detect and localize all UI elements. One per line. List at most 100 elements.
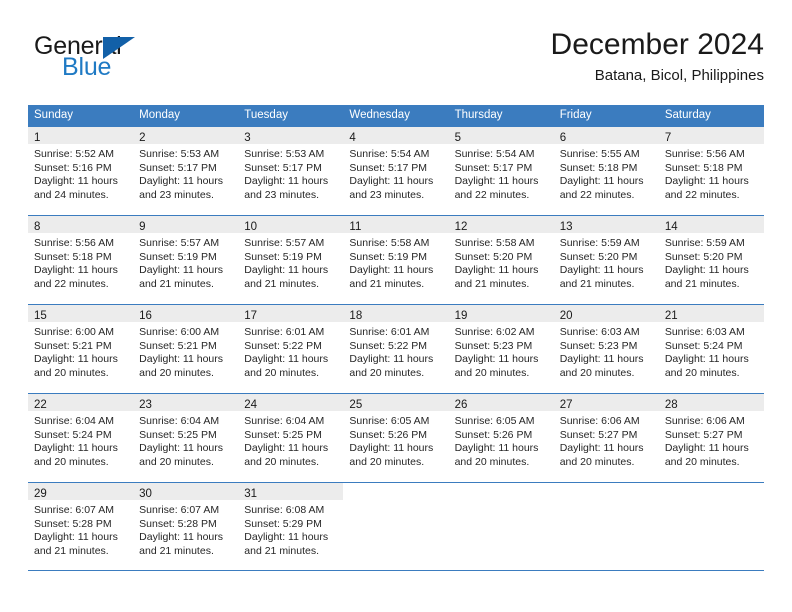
day-cell[interactable]: 23 Sunrise: 6:04 AM Sunset: 5:25 PM Dayl… — [133, 394, 239, 482]
day-cell[interactable]: 5 Sunrise: 5:54 AM Sunset: 5:17 PM Dayli… — [448, 127, 554, 215]
daylight-text-line1: Daylight: 11 hours — [349, 175, 434, 188]
sunrise-text: Sunrise: 5:58 AM — [349, 237, 430, 249]
daylight-text-line2: and 23 minutes. — [349, 188, 425, 201]
day-info: Sunrise: 6:06 AM Sunset: 5:27 PM Dayligh… — [554, 411, 659, 469]
day-number: 13 — [559, 221, 573, 233]
day-info: Sunrise: 6:02 AM Sunset: 5:23 PM Dayligh… — [449, 322, 554, 380]
day-cell[interactable]: 19 Sunrise: 6:02 AM Sunset: 5:23 PM Dayl… — [448, 305, 554, 393]
day-cell[interactable]: 3 Sunrise: 5:53 AM Sunset: 5:17 PM Dayli… — [238, 127, 344, 215]
sunset-text: Sunset: 5:20 PM — [664, 250, 743, 263]
week-row: 15 Sunrise: 6:00 AM Sunset: 5:21 PM Dayl… — [28, 304, 764, 393]
daylight-text-line1: Daylight: 11 hours — [34, 264, 118, 277]
day-cell[interactable]: 25 Sunrise: 6:05 AM Sunset: 5:26 PM Dayl… — [343, 394, 449, 482]
daylight-text-line1: Daylight: 11 hours — [664, 353, 749, 366]
sunrise-text: Sunrise: 5:56 AM — [664, 148, 745, 160]
day-info: Sunrise: 6:01 AM Sunset: 5:22 PM Dayligh… — [343, 322, 448, 380]
daylight-text-line1: Daylight: 11 hours — [664, 175, 749, 188]
daylight-text-line1: Daylight: 11 hours — [244, 353, 329, 366]
day-cell[interactable]: 27 Sunrise: 6:06 AM Sunset: 5:27 PM Dayl… — [553, 394, 659, 482]
day-cell[interactable]: 31 Sunrise: 6:08 AM Sunset: 5:29 PM Dayl… — [238, 483, 344, 570]
sunset-text: Sunset: 5:24 PM — [34, 428, 112, 441]
sunset-text: Sunset: 5:26 PM — [454, 428, 533, 441]
day-cell[interactable]: 16 Sunrise: 6:00 AM Sunset: 5:21 PM Dayl… — [133, 305, 239, 393]
daylight-text-line1: Daylight: 11 hours — [559, 264, 644, 277]
day-cell[interactable]: 4 Sunrise: 5:54 AM Sunset: 5:17 PM Dayli… — [343, 127, 449, 215]
day-cell[interactable]: 1 Sunrise: 5:52 AM Sunset: 5:16 PM Dayli… — [28, 127, 134, 215]
daylight-text-line2: and 20 minutes. — [664, 455, 740, 468]
day-number: 24 — [244, 399, 258, 411]
weekday-header-saturday: Saturday — [664, 109, 711, 121]
day-number: 14 — [664, 221, 678, 233]
day-cell[interactable]: 11 Sunrise: 5:58 AM Sunset: 5:19 PM Dayl… — [343, 216, 449, 304]
day-cell[interactable]: 6 Sunrise: 5:55 AM Sunset: 5:18 PM Dayli… — [553, 127, 659, 215]
day-number-band: 31 — [238, 483, 344, 500]
day-number-band: 28 — [658, 394, 764, 411]
generalblue-logo[interactable]: General Blue — [28, 28, 228, 90]
day-number-band: 24 — [238, 394, 344, 411]
day-cell[interactable]: 30 Sunrise: 6:07 AM Sunset: 5:28 PM Dayl… — [133, 483, 239, 570]
sunset-text: Sunset: 5:21 PM — [34, 339, 112, 352]
sunrise-text: Sunrise: 6:00 AM — [34, 326, 114, 338]
day-number-band: 15 — [28, 305, 134, 322]
day-cell[interactable]: 10 Sunrise: 5:57 AM Sunset: 5:19 PM Dayl… — [238, 216, 344, 304]
day-number-band: 19 — [448, 305, 554, 322]
day-number-band: 1 — [28, 127, 134, 144]
daylight-text-line2: and 20 minutes. — [664, 366, 740, 379]
daylight-text-line2: and 21 minutes. — [349, 277, 425, 290]
day-cell[interactable]: 14 Sunrise: 5:59 AM Sunset: 5:20 PM Dayl… — [658, 216, 764, 304]
day-cell[interactable]: 26 Sunrise: 6:05 AM Sunset: 5:26 PM Dayl… — [448, 394, 554, 482]
day-info: Sunrise: 5:54 AM Sunset: 5:17 PM Dayligh… — [343, 144, 448, 202]
day-cell[interactable]: 22 Sunrise: 6:04 AM Sunset: 5:24 PM Dayl… — [28, 394, 134, 482]
daylight-text-line1: Daylight: 11 hours — [559, 442, 644, 455]
day-number-band: 2 — [133, 127, 239, 144]
day-info: Sunrise: 5:58 AM Sunset: 5:20 PM Dayligh… — [449, 233, 554, 291]
day-number: 10 — [244, 221, 258, 233]
day-number: 1 — [34, 132, 41, 144]
day-cell-empty — [343, 483, 448, 570]
day-cell[interactable]: 7 Sunrise: 5:56 AM Sunset: 5:18 PM Dayli… — [658, 127, 764, 215]
sunset-text: Sunset: 5:19 PM — [139, 250, 217, 263]
day-cell[interactable]: 2 Sunrise: 5:53 AM Sunset: 5:17 PM Dayli… — [133, 127, 239, 215]
day-cell[interactable]: 18 Sunrise: 6:01 AM Sunset: 5:22 PM Dayl… — [343, 305, 449, 393]
day-info: Sunrise: 6:00 AM Sunset: 5:21 PM Dayligh… — [28, 322, 133, 380]
day-info: Sunrise: 6:08 AM Sunset: 5:29 PM Dayligh… — [238, 500, 343, 558]
sunrise-text: Sunrise: 6:01 AM — [244, 326, 325, 338]
day-info: Sunrise: 5:57 AM Sunset: 5:19 PM Dayligh… — [133, 233, 238, 291]
day-number: 19 — [454, 310, 468, 322]
day-number: 21 — [664, 310, 678, 322]
day-number: 22 — [34, 399, 47, 411]
day-cell[interactable]: 13 Sunrise: 5:59 AM Sunset: 5:20 PM Dayl… — [553, 216, 659, 304]
day-number-band: 8 — [28, 216, 134, 233]
day-cell[interactable]: 12 Sunrise: 5:58 AM Sunset: 5:20 PM Dayl… — [448, 216, 554, 304]
sunrise-text: Sunrise: 6:07 AM — [139, 504, 220, 516]
day-info: Sunrise: 6:04 AM Sunset: 5:25 PM Dayligh… — [133, 411, 238, 469]
weekday-header-wednesday: Wednesday — [349, 109, 410, 121]
day-number-band: 10 — [238, 216, 344, 233]
day-cell[interactable]: 9 Sunrise: 5:57 AM Sunset: 5:19 PM Dayli… — [133, 216, 239, 304]
sunset-text: Sunset: 5:20 PM — [454, 250, 533, 263]
day-number-band: 21 — [658, 305, 764, 322]
day-cell[interactable]: 15 Sunrise: 6:00 AM Sunset: 5:21 PM Dayl… — [28, 305, 134, 393]
daylight-text-line2: and 20 minutes. — [139, 366, 214, 379]
day-number-band — [554, 483, 659, 500]
sunrise-text: Sunrise: 6:00 AM — [139, 326, 220, 338]
day-cell[interactable]: 24 Sunrise: 6:04 AM Sunset: 5:25 PM Dayl… — [238, 394, 344, 482]
daylight-text-line2: and 23 minutes. — [139, 188, 214, 201]
day-cell[interactable]: 17 Sunrise: 6:01 AM Sunset: 5:22 PM Dayl… — [238, 305, 344, 393]
day-cell[interactable]: 21 Sunrise: 6:03 AM Sunset: 5:24 PM Dayl… — [658, 305, 764, 393]
day-number: 29 — [34, 488, 47, 500]
day-info: Sunrise: 6:03 AM Sunset: 5:23 PM Dayligh… — [554, 322, 659, 380]
week-row: 29 Sunrise: 6:07 AM Sunset: 5:28 PM Dayl… — [28, 482, 764, 571]
day-cell[interactable]: 8 Sunrise: 5:56 AM Sunset: 5:18 PM Dayli… — [28, 216, 134, 304]
sunrise-text: Sunrise: 6:04 AM — [139, 415, 220, 427]
daylight-text-line2: and 22 minutes. — [664, 188, 740, 201]
day-info: Sunrise: 5:59 AM Sunset: 5:20 PM Dayligh… — [554, 233, 659, 291]
day-cell[interactable]: 20 Sunrise: 6:03 AM Sunset: 5:23 PM Dayl… — [553, 305, 659, 393]
sunrise-text: Sunrise: 5:52 AM — [34, 148, 114, 160]
weekday-header-monday: Monday — [139, 109, 181, 121]
sunset-text: Sunset: 5:17 PM — [244, 161, 322, 174]
day-cell[interactable]: 29 Sunrise: 6:07 AM Sunset: 5:28 PM Dayl… — [28, 483, 134, 570]
day-info: Sunrise: 6:06 AM Sunset: 5:27 PM Dayligh… — [659, 411, 764, 469]
day-cell[interactable]: 28 Sunrise: 6:06 AM Sunset: 5:27 PM Dayl… — [658, 394, 764, 482]
sunrise-text: Sunrise: 5:54 AM — [349, 148, 430, 160]
